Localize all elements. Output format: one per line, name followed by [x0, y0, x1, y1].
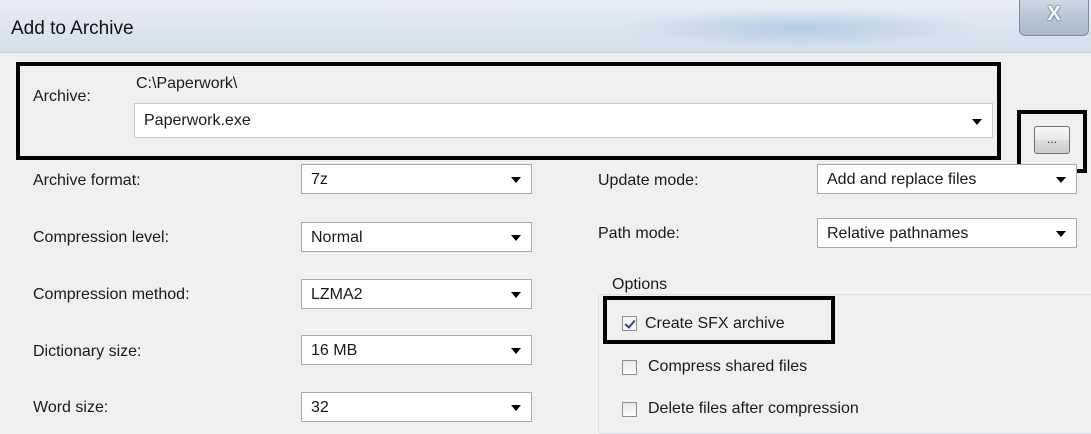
- compress-shared-checkbox[interactable]: [622, 360, 637, 375]
- update-mode-select[interactable]: Add and replace files: [817, 164, 1077, 194]
- archive-filename-value: Paperwork.exe: [144, 112, 251, 129]
- compression-method-label: Compression method:: [33, 286, 190, 303]
- chevron-down-icon: [511, 177, 521, 183]
- path-mode-select[interactable]: Relative pathnames: [817, 218, 1077, 248]
- create-sfx-label: Create SFX archive: [645, 315, 785, 332]
- archive-label: Archive:: [33, 88, 91, 105]
- options-group-label: Options: [608, 276, 672, 294]
- path-mode-value: Relative pathnames: [827, 225, 969, 242]
- delete-after-label: Delete files after compression: [648, 400, 859, 417]
- chevron-down-icon: [972, 119, 982, 125]
- dictionary-size-value: 16 MB: [311, 342, 358, 359]
- chevron-down-icon: [511, 348, 521, 354]
- dictionary-size-select[interactable]: 16 MB: [301, 335, 532, 365]
- word-size-label: Word size:: [33, 399, 109, 416]
- compression-method-value: LZMA2: [311, 286, 363, 303]
- close-icon: X: [1047, 3, 1061, 25]
- word-size-select[interactable]: 32: [301, 392, 532, 422]
- chevron-down-icon: [511, 405, 521, 411]
- compress-shared-label: Compress shared files: [648, 358, 808, 375]
- window-title: Add to Archive: [11, 18, 134, 39]
- archive-format-value: 7z: [311, 171, 328, 188]
- update-mode-label: Update mode:: [598, 172, 699, 189]
- browse-button[interactable]: ...: [1034, 126, 1070, 154]
- title-bar-glow: [620, 8, 980, 48]
- dictionary-size-label: Dictionary size:: [33, 343, 142, 360]
- compression-method-select[interactable]: LZMA2: [301, 279, 532, 309]
- archive-format-label: Archive format:: [33, 172, 141, 189]
- path-mode-label: Path mode:: [598, 225, 680, 242]
- word-size-value: 32: [311, 399, 329, 416]
- compression-level-value: Normal: [311, 229, 363, 246]
- chevron-down-icon: [511, 292, 521, 298]
- archive-path: C:\Paperwork\: [136, 75, 238, 92]
- close-button[interactable]: X: [1019, 0, 1089, 36]
- chevron-down-icon: [1056, 231, 1066, 237]
- compression-level-select[interactable]: Normal: [301, 222, 532, 252]
- archive-format-select[interactable]: 7z: [301, 164, 532, 194]
- archive-filename-combo[interactable]: Paperwork.exe: [134, 103, 993, 138]
- chevron-down-icon: [1056, 177, 1066, 183]
- compression-level-label: Compression level:: [33, 229, 170, 246]
- update-mode-value: Add and replace files: [827, 171, 977, 188]
- title-bar: Add to Archive X: [0, 0, 1091, 53]
- delete-after-checkbox[interactable]: [622, 402, 637, 417]
- create-sfx-checkbox[interactable]: [622, 316, 637, 331]
- chevron-down-icon: [511, 235, 521, 241]
